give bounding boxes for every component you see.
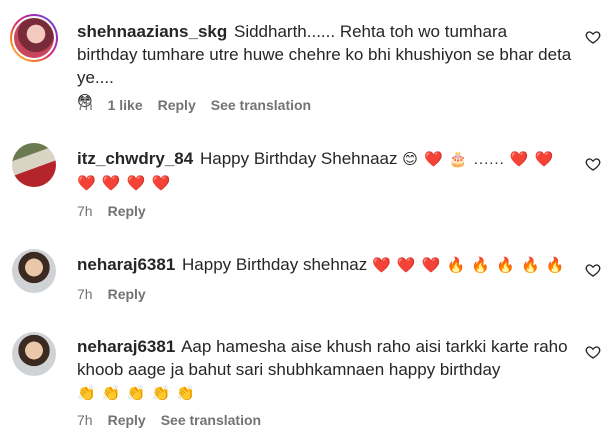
comment-meta: 7h Reply: [77, 203, 146, 219]
like-button[interactable]: [584, 28, 602, 46]
like-button[interactable]: [584, 343, 602, 361]
reply-button[interactable]: Reply: [108, 203, 146, 219]
comment-time[interactable]: 7h: [77, 412, 93, 428]
avatar[interactable]: [12, 143, 56, 187]
heart-outline-icon: [585, 346, 601, 359]
comment-time[interactable]: 7h: [77, 97, 93, 113]
heart-outline-icon: [585, 31, 601, 44]
see-translation-button[interactable]: See translation: [161, 412, 261, 428]
comment-likes[interactable]: 1 like: [108, 97, 143, 113]
comment-emoji: ❤️ ❤️ ❤️ 🔥 🔥 🔥 🔥 🔥: [372, 257, 566, 274]
avatar[interactable]: [10, 14, 58, 62]
comment-username[interactable]: shehnaazians_skg: [77, 22, 227, 41]
comment-text: neharaj6381 Happy Birthday shehnaz ❤️ ❤️…: [77, 253, 572, 277]
like-button[interactable]: [584, 155, 602, 173]
comment-body: Happy Birthday Shehnaaz: [199, 149, 398, 168]
comment-emoji: 👏 👏 👏 👏 👏: [77, 385, 197, 402]
comment-text: neharaj6381 Aap hamesha aise khush raho …: [77, 335, 572, 405]
comment-time[interactable]: 7h: [77, 203, 93, 219]
see-translation-button[interactable]: See translation: [211, 97, 311, 113]
reply-button[interactable]: Reply: [158, 97, 196, 113]
like-button[interactable]: [584, 261, 602, 279]
comment-username[interactable]: itz_chwdry_84: [77, 149, 193, 168]
heart-outline-icon: [585, 264, 601, 277]
comment-meta: 7h Reply: [77, 286, 146, 302]
comment-username[interactable]: neharaj6381: [77, 255, 175, 274]
avatar[interactable]: [12, 249, 56, 293]
avatar[interactable]: [12, 332, 56, 376]
comment-body: Happy Birthday shehnaz: [182, 255, 368, 274]
reply-button[interactable]: Reply: [108, 286, 146, 302]
reply-button[interactable]: Reply: [108, 412, 146, 428]
comment-meta: 7h 1 like Reply See translation: [77, 97, 311, 113]
comment-text: itz_chwdry_84 Happy Birthday Shehnaaz 😊 …: [77, 147, 572, 195]
comment-meta: 7h Reply See translation: [77, 412, 261, 428]
heart-outline-icon: [585, 158, 601, 171]
comment-time[interactable]: 7h: [77, 286, 93, 302]
comment-username[interactable]: neharaj6381: [77, 337, 175, 356]
